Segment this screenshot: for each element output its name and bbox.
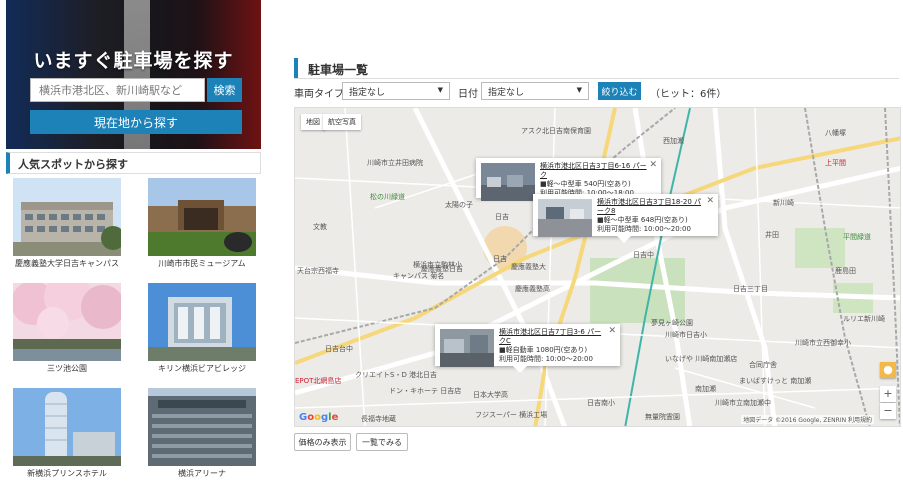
map-label: 西加瀬 <box>663 137 684 145</box>
dropdown-arrow-icon: ▼ <box>576 86 582 94</box>
spot-thumbnail[interactable] <box>13 178 121 256</box>
spot-thumbnail[interactable] <box>13 283 121 361</box>
spot-keio-hiyoshi[interactable]: 慶應義塾大学日吉キャンパス <box>13 178 121 269</box>
map-label: 新川崎 <box>773 199 794 207</box>
map-label: 日吉三丁目 <box>733 285 768 293</box>
parking-infowindow[interactable]: 横浜市港北区日吉7丁目3-6 パークC ■軽自動車 1080円(空あり) 利用可… <box>435 324 620 373</box>
hit-count: （ヒット：6件） <box>650 89 727 100</box>
parking-name-link[interactable]: 横浜市港北区日吉3丁目18-20 パーク8 <box>597 198 704 216</box>
parking-map[interactable]: 地図 航空写真 アスク北日吉南保育園 川崎市立井田病院 松の川緑道 太陽の子 日… <box>294 107 901 427</box>
dropdown-arrow-icon: ▼ <box>437 86 443 94</box>
map-label: 合同庁舎 <box>749 361 777 369</box>
parking-name-link[interactable]: 横浜市港北区日吉7丁目3-6 パークC <box>499 328 606 346</box>
map-label: 慶應義塾大 <box>511 263 546 271</box>
map-label: 長福寺地蔵 <box>361 415 396 423</box>
map-label: 井田 <box>765 231 779 239</box>
parking-photo[interactable] <box>538 199 592 237</box>
map-label: 川崎市立南加瀬中 <box>715 399 771 407</box>
map-label: 鹿島田 <box>835 267 856 275</box>
map-label: クリエイトS・D 港北日吉 <box>355 371 438 379</box>
spot-label[interactable]: 横浜アリーナ <box>148 468 256 479</box>
close-icon[interactable]: ✕ <box>649 160 657 170</box>
map-label: 日吉台中 <box>325 345 353 353</box>
map-label: ルリエ新川崎 <box>843 315 885 323</box>
spot-kirin-beer-village[interactable]: キリン横浜ビアビレッジ <box>148 283 256 374</box>
close-icon[interactable]: ✕ <box>706 196 714 206</box>
map-label: 八幡塚 <box>825 129 846 137</box>
map-label: 無量院霊園 <box>645 413 680 421</box>
google-logo: Google <box>299 412 339 423</box>
date-select[interactable]: 指定なし ▼ <box>481 82 589 100</box>
popular-spots-header: 人気スポットから探す <box>6 152 261 174</box>
map-label: 日吉南小 <box>587 399 615 407</box>
filter-button[interactable]: 絞り込む <box>598 82 641 100</box>
spot-label[interactable]: 新横浜プリンスホテル <box>13 468 121 479</box>
map-label: アスク北日吉南保育園 <box>521 127 591 135</box>
spot-label[interactable]: キリン横浜ビアビレッジ <box>148 363 256 374</box>
map-label: 松の川緑道 <box>370 193 405 201</box>
parking-infowindow[interactable]: 横浜市港北区日吉3丁目6-16 パーク ■軽〜中型車 540円(空あり) 利用可… <box>476 158 661 201</box>
spot-thumbnail[interactable] <box>148 388 256 466</box>
map-label: 上平間 <box>825 159 846 167</box>
spot-shinyokohama-prince-hotel[interactable]: 新横浜プリンスホテル <box>13 388 121 479</box>
map-label: 平間緑道 <box>843 233 871 241</box>
map-label: 慶應義塾高 <box>515 285 550 293</box>
vehicle-type-select[interactable]: 指定なし ▼ <box>342 82 450 100</box>
parking-photo[interactable] <box>440 329 494 367</box>
map-label: 川崎市日吉小 <box>665 331 707 339</box>
map-attribution[interactable]: 地図データ ©2016 Google, ZENRIN 利用規約 <box>741 415 874 424</box>
map-label: 太陽の子 <box>445 201 473 209</box>
spot-label[interactable]: 三ツ池公園 <box>13 363 121 374</box>
map-label: 日吉 <box>493 255 507 263</box>
map-type-map-button[interactable]: 地図 <box>301 114 325 130</box>
date-label: 日付 <box>458 89 478 100</box>
map-label: 夢見ヶ崎公園 <box>651 319 693 327</box>
search-input[interactable] <box>30 78 205 102</box>
hero-title: いますぐ駐車場を探す <box>33 50 234 72</box>
map-label: 日吉中 <box>633 251 654 259</box>
parking-photo[interactable] <box>481 163 535 201</box>
hero-banner: いますぐ駐車場を探す 検索 現在地から探す <box>6 0 261 149</box>
vehicle-type-label: 車両タイプ <box>294 89 344 100</box>
map-label: フジスーパー 横浜工場 <box>475 411 548 419</box>
panel-divider <box>294 78 899 79</box>
map-label: 川崎市立西御幸小 <box>795 339 851 347</box>
parking-infowindow[interactable]: 横浜市港北区日吉3丁目18-20 パーク8 ■軽〜中型車 648円(空あり) 利… <box>533 194 718 243</box>
map-type-satellite-button[interactable]: 航空写真 <box>323 114 361 130</box>
spot-mitsuike-park[interactable]: 三ツ池公園 <box>13 283 121 374</box>
spot-thumbnail[interactable] <box>13 388 121 466</box>
parking-name-link[interactable]: 横浜市港北区日吉3丁目6-16 パーク <box>540 162 647 180</box>
spot-thumbnail[interactable] <box>148 283 256 361</box>
map-label: ドン・キホーテ 日吉店 <box>389 387 462 395</box>
spot-kawasaki-museum[interactable]: 川崎市市民ミュージアム <box>148 178 256 269</box>
spot-thumbnail[interactable] <box>148 178 256 256</box>
map-label: いなげや 川崎南加瀬店 <box>665 355 738 363</box>
close-icon[interactable]: ✕ <box>608 326 616 336</box>
street-view-pegman-icon[interactable]: ● <box>880 362 896 378</box>
map-label: 南加瀬 <box>695 385 716 393</box>
map-label: 川崎市立井田病院 <box>367 159 423 167</box>
map-label: 天台宗西福寺 <box>297 267 339 275</box>
search-button[interactable]: 検索 <box>207 78 242 102</box>
map-label: 文教 <box>313 223 327 231</box>
zoom-in-button[interactable]: + <box>880 386 896 402</box>
current-location-button[interactable]: 現在地から探す <box>30 110 242 134</box>
spot-label[interactable]: 慶應義塾大学日吉キャンパス <box>13 258 121 269</box>
map-label: 日本大学高 <box>473 391 508 399</box>
list-view-button[interactable]: 一覧でみる <box>356 433 408 451</box>
map-label: 日吉 <box>495 213 509 221</box>
map-label: EPOT北網島店 <box>295 377 342 385</box>
parking-list-title: 駐車場一覧 <box>294 58 899 78</box>
map-label: 慶應義塾日吉 <box>421 265 463 273</box>
spot-yokohama-arena[interactable]: 横浜アリーナ <box>148 388 256 479</box>
zoom-out-button[interactable]: − <box>880 403 896 419</box>
price-only-button[interactable]: 価格のみ表示 <box>294 433 351 451</box>
spot-label[interactable]: 川崎市市民ミュージアム <box>148 258 256 269</box>
map-label: まいばすけっと 南加瀬 <box>739 377 812 385</box>
